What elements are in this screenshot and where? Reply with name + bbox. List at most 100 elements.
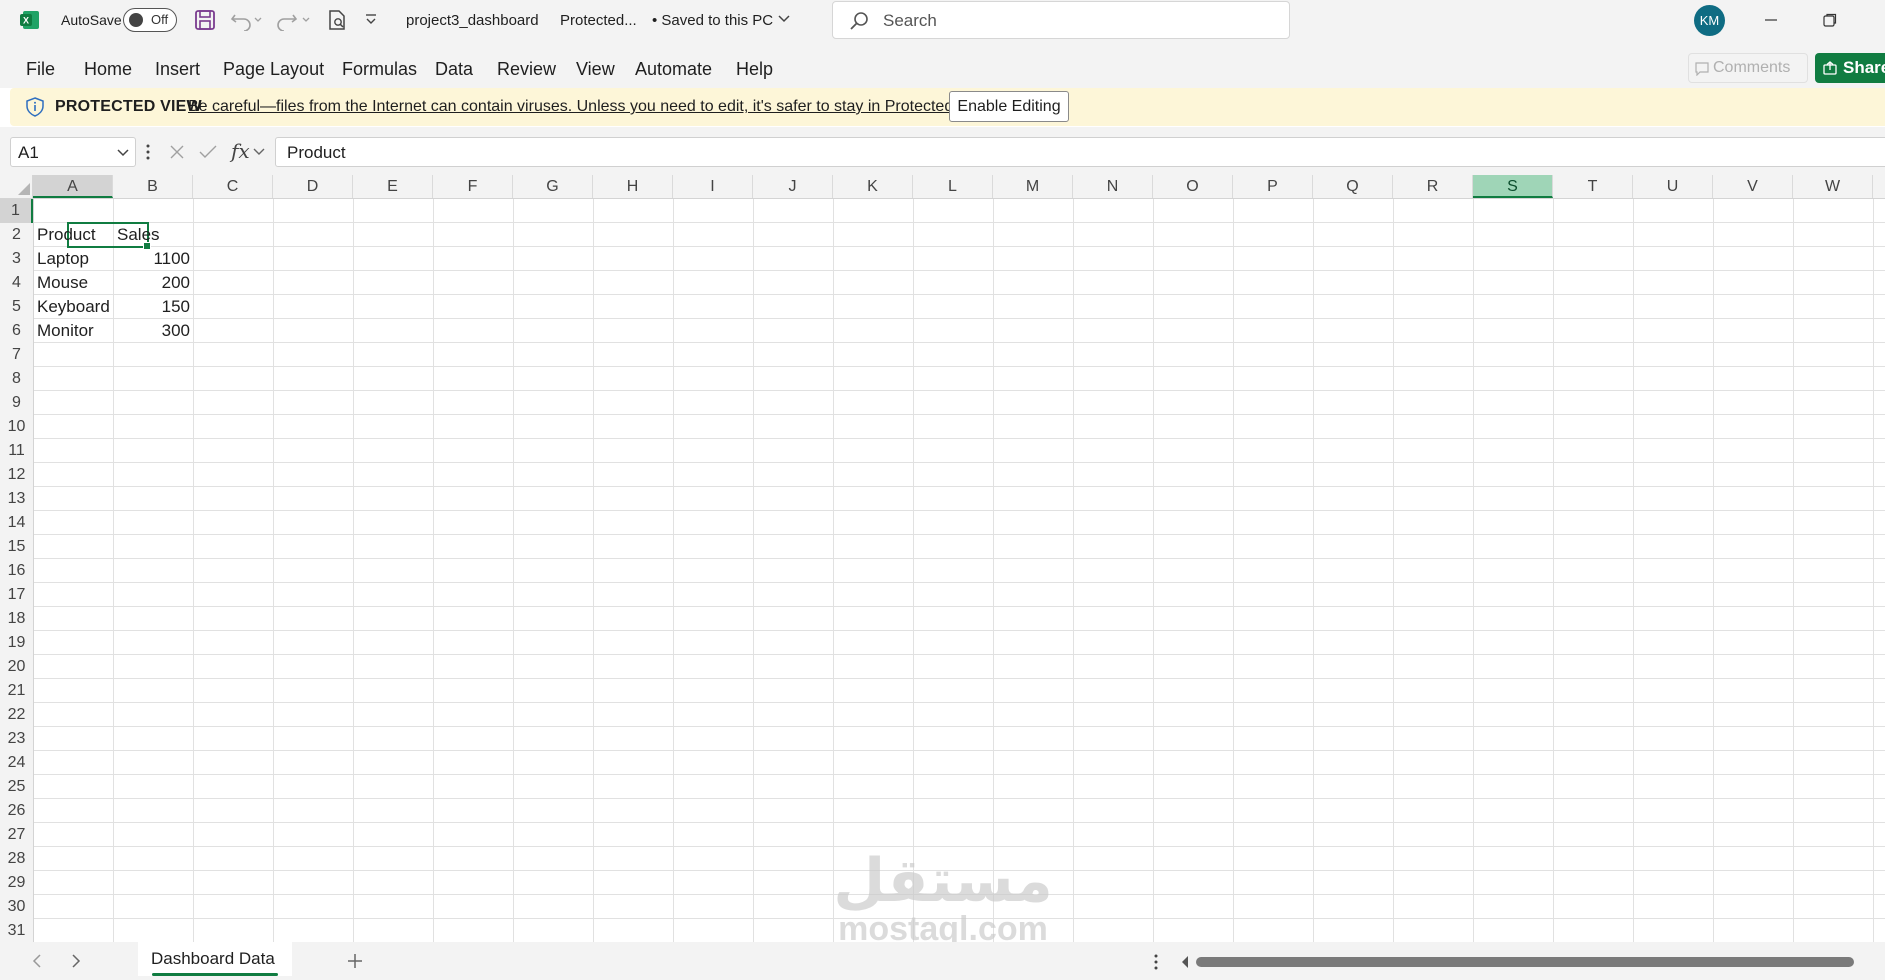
cell-a5[interactable]: Monitor xyxy=(37,319,94,343)
row-header-8[interactable]: 8 xyxy=(0,367,33,391)
row-header-31[interactable]: 31 xyxy=(0,919,33,942)
row-header-22[interactable]: 22 xyxy=(0,703,33,727)
minimize-icon[interactable] xyxy=(1763,12,1779,28)
cell-b2[interactable]: 1100 xyxy=(114,247,190,271)
enable-editing-button[interactable]: Enable Editing xyxy=(949,91,1069,122)
menu-page-layout[interactable]: Page Layout xyxy=(223,59,324,80)
column-header-j[interactable]: J xyxy=(753,175,833,198)
customize-toolbar-icon[interactable] xyxy=(364,12,378,26)
row-header-2[interactable]: 2 xyxy=(0,223,33,247)
row-header-1[interactable]: 1 xyxy=(0,199,33,223)
menu-view[interactable]: View xyxy=(576,59,615,80)
row-header-19[interactable]: 19 xyxy=(0,631,33,655)
menu-automate[interactable]: Automate xyxy=(635,59,712,80)
row-header-17[interactable]: 17 xyxy=(0,583,33,607)
row-header-12[interactable]: 12 xyxy=(0,463,33,487)
cell-a1[interactable]: Product xyxy=(37,223,96,247)
cell-a4[interactable]: Keyboard xyxy=(37,295,110,319)
column-header-w[interactable]: W xyxy=(1793,175,1873,198)
cell-a2[interactable]: Laptop xyxy=(37,247,89,271)
share-button[interactable]: Share xyxy=(1815,53,1885,83)
cell-b1[interactable]: Sales xyxy=(117,223,160,247)
menu-formulas[interactable]: Formulas xyxy=(342,59,417,80)
cell-b3[interactable]: 200 xyxy=(114,271,190,295)
confirm-entry-icon[interactable] xyxy=(199,144,217,160)
column-header-b[interactable]: B xyxy=(113,175,193,198)
column-header-v[interactable]: V xyxy=(1713,175,1793,198)
column-header-n[interactable]: N xyxy=(1073,175,1153,198)
column-header-o[interactable]: O xyxy=(1153,175,1233,198)
select-all-corner[interactable] xyxy=(0,175,33,198)
column-header-h[interactable]: H xyxy=(593,175,673,198)
column-header-i[interactable]: I xyxy=(673,175,753,198)
column-header-a[interactable]: A xyxy=(33,175,113,198)
row-header-14[interactable]: 14 xyxy=(0,511,33,535)
row-header-21[interactable]: 21 xyxy=(0,679,33,703)
row-header-6[interactable]: 6 xyxy=(0,319,33,343)
row-header-16[interactable]: 16 xyxy=(0,559,33,583)
add-sheet-icon[interactable] xyxy=(346,952,364,970)
autosave-toggle[interactable]: Off xyxy=(123,8,177,32)
insert-function-icon[interactable]: fx xyxy=(231,139,250,163)
row-header-3[interactable]: 3 xyxy=(0,247,33,271)
row-header-26[interactable]: 26 xyxy=(0,799,33,823)
chevron-down-icon[interactable] xyxy=(253,147,265,157)
save-icon[interactable] xyxy=(194,9,216,31)
menu-insert[interactable]: Insert xyxy=(155,59,200,80)
row-header-28[interactable]: 28 xyxy=(0,847,33,871)
row-header-13[interactable]: 13 xyxy=(0,487,33,511)
sheet-tab-dashboard-data[interactable]: Dashboard Data xyxy=(138,942,292,976)
redo-icon[interactable] xyxy=(277,9,311,31)
cell-area[interactable]: Product Sales Laptop 1100 Mouse 200 Keyb… xyxy=(34,199,1885,942)
row-header-23[interactable]: 23 xyxy=(0,727,33,751)
column-header-c[interactable]: C xyxy=(193,175,273,198)
menu-review[interactable]: Review xyxy=(497,59,556,80)
row-header-5[interactable]: 5 xyxy=(0,295,33,319)
column-header-k[interactable]: K xyxy=(833,175,913,198)
column-header-p[interactable]: P xyxy=(1233,175,1313,198)
chevron-right-icon[interactable] xyxy=(70,954,82,968)
row-header-7[interactable]: 7 xyxy=(0,343,33,367)
horizontal-scrollbar[interactable] xyxy=(1196,957,1854,967)
search-box[interactable]: Search xyxy=(832,1,1290,39)
menu-home[interactable]: Home xyxy=(84,59,132,80)
menu-help[interactable]: Help xyxy=(736,59,773,80)
save-status[interactable]: • Saved to this PC xyxy=(652,12,773,29)
name-box[interactable]: A1 xyxy=(10,137,136,167)
row-header-18[interactable]: 18 xyxy=(0,607,33,631)
chevron-down-icon[interactable] xyxy=(117,148,129,158)
cancel-entry-icon[interactable] xyxy=(169,144,185,160)
column-header-u[interactable]: U xyxy=(1633,175,1713,198)
chevron-down-icon[interactable] xyxy=(778,14,790,24)
row-header-29[interactable]: 29 xyxy=(0,871,33,895)
chevron-left-icon[interactable] xyxy=(31,954,43,968)
worksheet-grid[interactable]: ABCDEFGHIJKLMNOPQRSTUVW 1 2 3 4 5 6 7 8 9 10 11 12 1… xyxy=(0,175,1885,942)
comments-button[interactable]: Comments xyxy=(1688,53,1808,83)
row-header-24[interactable]: 24 xyxy=(0,751,33,775)
row-header-27[interactable]: 27 xyxy=(0,823,33,847)
row-header-11[interactable]: 11 xyxy=(0,439,33,463)
column-header-l[interactable]: L xyxy=(913,175,993,198)
row-header-20[interactable]: 20 xyxy=(0,655,33,679)
row-header-9[interactable]: 9 xyxy=(0,391,33,415)
avatar[interactable]: KM xyxy=(1694,5,1725,36)
restore-icon[interactable] xyxy=(1822,12,1838,28)
row-header-25[interactable]: 25 xyxy=(0,775,33,799)
column-header-m[interactable]: M xyxy=(993,175,1073,198)
undo-icon[interactable] xyxy=(229,9,263,31)
cell-b4[interactable]: 150 xyxy=(114,295,190,319)
menu-file[interactable]: File xyxy=(26,59,55,80)
print-preview-icon[interactable] xyxy=(326,9,348,31)
row-header-30[interactable]: 30 xyxy=(0,895,33,919)
scroll-left-icon[interactable] xyxy=(1180,955,1190,969)
column-header-t[interactable]: T xyxy=(1553,175,1633,198)
column-header-q[interactable]: Q xyxy=(1313,175,1393,198)
cell-b5[interactable]: 300 xyxy=(114,319,190,343)
protected-view-message[interactable]: Be careful—files from the Internet can c… xyxy=(188,98,996,116)
column-header-f[interactable]: F xyxy=(433,175,513,198)
cell-a3[interactable]: Mouse xyxy=(37,271,88,295)
row-header-15[interactable]: 15 xyxy=(0,535,33,559)
more-options-icon[interactable] xyxy=(1154,954,1158,970)
column-header-s[interactable]: S xyxy=(1473,175,1553,198)
more-options-icon[interactable] xyxy=(146,143,150,161)
